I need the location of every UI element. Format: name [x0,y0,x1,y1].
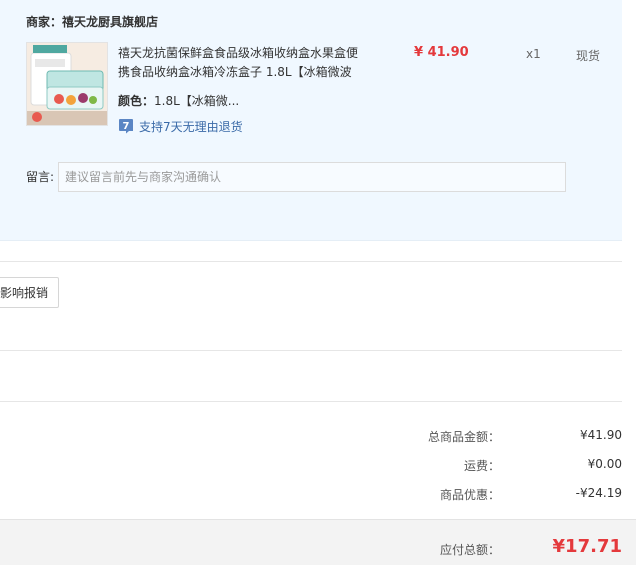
shipping-label: 运费： [463,459,500,473]
svg-text:7: 7 [123,121,130,132]
divider [0,350,622,351]
shop-row: 商家：禧天龙厨具旗舰店 [26,13,158,30]
stock-status: 现货 [576,49,601,63]
product-price: ¥ 41.90 [414,45,469,60]
remark-input[interactable] [58,162,566,192]
discount-value: -¥24.19 [575,486,622,500]
invoice-option-button[interactable]: 影响报销 [0,277,59,308]
items-total-value: ¥41.90 [580,428,622,442]
payable-total-value: ¥17.71 [552,536,622,557]
payable-total-bar: 应付总额： ¥17.71 [0,519,636,565]
shop-name[interactable]: 禧天龙厨具旗舰店 [62,15,158,29]
invoice-option-label: 影响报销 [0,286,48,300]
shipping-value: ¥0.00 [587,457,622,471]
remark-label: 留言: [26,170,55,184]
discount-label: 商品优惠： [439,488,500,502]
product-spec: 颜色：1.8L【冰箱微... [118,92,239,109]
spec-value: 1.8L【冰箱微... [154,94,240,108]
items-total-label: 总商品金额： [427,430,500,444]
divider [0,401,622,402]
return-policy[interactable]: 7 支持7天无理由退货 [118,117,243,135]
spec-label: 颜色： [118,94,155,108]
return-policy-text: 支持7天无理由退货 [139,119,243,134]
divider [0,261,622,262]
food-storage-box-image [27,43,107,125]
seven-day-return-icon: 7 [118,118,134,134]
payable-total-label: 应付总额： [439,543,500,557]
product-quantity: x1 [526,47,541,61]
product-image[interactable] [26,42,108,126]
product-title[interactable]: 禧天龙抗菌保鲜盒食品级冰箱收纳盒水果盒便携食品收纳盒冰箱冷冻盒子 1.8L【冰箱… [118,44,368,82]
order-panel: 商家：禧天龙厨具旗舰店 禧天龙抗菌保鲜盒食品级冰箱收纳盒水果盒便携食品收纳盒冰箱… [0,0,622,241]
shop-label: 商家： [26,15,63,29]
